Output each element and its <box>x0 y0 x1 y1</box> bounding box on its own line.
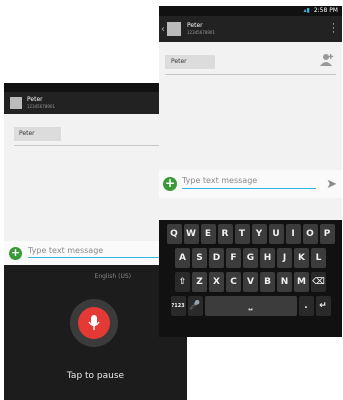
key-c[interactable]: C <box>226 272 241 292</box>
key-d[interactable]: D <box>209 248 224 268</box>
recipient-chip[interactable]: Peter <box>165 55 215 69</box>
space-key[interactable]: ⎵ <box>204 296 297 316</box>
key-l[interactable]: L <box>311 248 326 268</box>
send-icon[interactable]: ➤ <box>326 177 337 192</box>
key-m[interactable]: M <box>294 272 309 292</box>
keyboard-row-2: A S D F G H J K L <box>159 248 342 268</box>
key-p[interactable]: P <box>319 224 335 244</box>
pause-label[interactable]: Tap to pause <box>4 371 187 381</box>
contact-name: Peter <box>187 22 203 29</box>
status-time: 2:58 PM <box>313 7 338 14</box>
action-bar: ‹ Peter 12345678901 · · · <box>159 16 342 42</box>
contact-number: 12345678901 <box>187 30 215 35</box>
avatar[interactable] <box>167 22 181 36</box>
contact-number: 12345678901 <box>27 104 55 109</box>
key-u[interactable]: U <box>268 224 284 244</box>
keyboard-row-4: ?123 🎤 ⎵ . ↵ <box>159 296 342 316</box>
mic-key[interactable]: 🎤 <box>187 296 203 316</box>
signal-icon: ▴▮ <box>303 7 310 14</box>
key-y[interactable]: Y <box>251 224 267 244</box>
chevron-left-icon[interactable]: ‹ <box>161 24 165 35</box>
key-a[interactable]: A <box>175 248 190 268</box>
numbers-key[interactable]: ?123 <box>170 296 186 316</box>
add-person-icon[interactable] <box>320 53 334 67</box>
keyboard-row-3: ⇧ Z X C V B N M ⌫ <box>159 272 342 292</box>
backspace-key[interactable]: ⌫ <box>311 272 326 292</box>
microphone-icon <box>88 315 100 330</box>
key-o[interactable]: O <box>302 224 318 244</box>
keyboard-screen: ▴▮ 2:58 PM ‹ Peter 12345678901 · · · Peter … <box>159 6 342 337</box>
shift-key[interactable]: ⇧ <box>175 272 190 292</box>
key-q[interactable]: Q <box>166 224 182 244</box>
key-x[interactable]: X <box>209 272 224 292</box>
soft-keyboard: Q W E R T Y U I O P A S D F G H J K L ⇧ … <box>159 220 342 337</box>
key-t[interactable]: T <box>234 224 250 244</box>
key-s[interactable]: S <box>192 248 207 268</box>
contact-title: Peter 12345678901 <box>27 96 55 110</box>
key-n[interactable]: N <box>277 272 292 292</box>
key-j[interactable]: J <box>277 248 292 268</box>
key-h[interactable]: H <box>260 248 275 268</box>
key-w[interactable]: W <box>183 224 199 244</box>
key-f[interactable]: F <box>226 248 241 268</box>
divider <box>165 74 336 75</box>
microphone-button[interactable] <box>78 307 110 339</box>
contact-name: Peter <box>27 96 43 103</box>
key-e[interactable]: E <box>200 224 216 244</box>
language-label[interactable]: English (US) <box>95 273 131 280</box>
divider <box>14 145 181 146</box>
period-key[interactable]: . <box>298 296 314 316</box>
message-input[interactable]: Type text message <box>182 176 316 189</box>
key-v[interactable]: V <box>243 272 258 292</box>
key-i[interactable]: I <box>285 224 301 244</box>
keyboard-row-1: Q W E R T Y U I O P <box>159 224 342 244</box>
key-g[interactable]: G <box>243 248 258 268</box>
status-bar: ▴▮ 2:58 PM <box>159 6 342 16</box>
key-b[interactable]: B <box>260 272 275 292</box>
message-input[interactable]: Type text message <box>28 246 178 258</box>
plus-circle-icon[interactable]: + <box>163 177 177 191</box>
avatar[interactable] <box>10 97 22 109</box>
key-r[interactable]: R <box>217 224 233 244</box>
recipient-chip[interactable]: Peter <box>14 127 61 141</box>
mic-ring <box>70 299 118 347</box>
compose-bar: + Type text message ➤ <box>159 170 342 198</box>
key-k[interactable]: K <box>294 248 309 268</box>
enter-key[interactable]: ↵ <box>315 296 331 316</box>
key-z[interactable]: Z <box>192 272 207 292</box>
plus-circle-icon[interactable]: + <box>9 247 22 260</box>
overflow-menu-icon[interactable]: · · · <box>332 21 335 38</box>
contact-title: Peter 12345678901 <box>187 22 215 36</box>
